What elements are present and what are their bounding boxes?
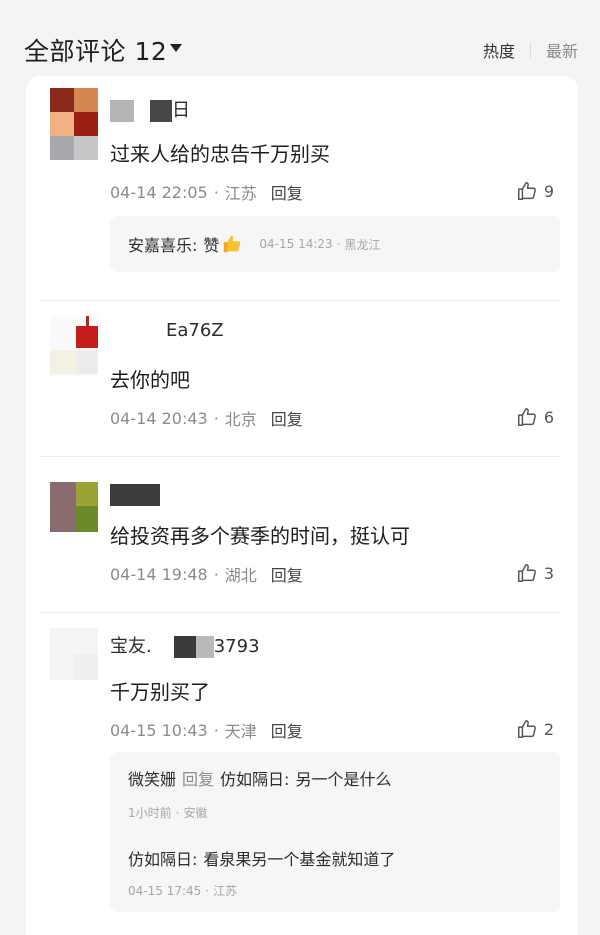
meta-dot: · [175, 805, 180, 820]
comment-username[interactable]: 日 [110, 96, 190, 122]
sort-new-tab[interactable]: 最新 [546, 38, 578, 62]
avatar[interactable] [50, 482, 98, 532]
comment-time: 04-14 19:48 [110, 564, 208, 584]
comment-text: 千万别买了 [110, 680, 210, 704]
comment-time: 04-15 10:43 [110, 720, 208, 740]
comment-username[interactable] [110, 484, 188, 508]
comment-location: 江苏 [224, 184, 257, 203]
comment-item: Ea76Z 去你的吧 04-14 20:43 · 北京 回复 6 [26, 300, 578, 457]
reply-button[interactable]: 回复 [271, 562, 303, 586]
reply-target[interactable]: 仿如隔日: [220, 766, 289, 790]
reply-author[interactable]: 安嘉喜乐: [128, 232, 197, 256]
comment-text: 去你的吧 [110, 368, 190, 392]
reply-meta: 04-15 17:45 · 江苏 [128, 882, 237, 899]
meta-dot: · [205, 883, 210, 898]
meta-dot: · [213, 564, 219, 584]
reply-meta: 1小时前 · 安徽 [128, 804, 207, 821]
comment-meta: 04-14 19:48 · 湖北 回复 [110, 562, 303, 586]
reply-time: 04-15 14:23 [259, 237, 333, 251]
username-mosaic [195, 636, 214, 658]
reply-author[interactable]: 微笑姗 [128, 766, 176, 790]
comments-card: 日 过来人给的忠告千万别买 04-14 22:05 · 江苏 回复 9 安嘉喜乐… [26, 76, 578, 935]
like-count: 6 [543, 407, 554, 427]
comment-location: 天津 [224, 722, 257, 741]
avatar[interactable] [50, 88, 98, 136]
meta-dot: · [213, 408, 219, 428]
username-text: Ea76Z [166, 320, 224, 341]
comments-count-title[interactable]: 全部评论 12 [24, 32, 167, 68]
like-button[interactable]: 2 [516, 718, 554, 740]
reply-time: 04-15 17:45 [128, 883, 202, 898]
comment-item: 给投资再多个赛季的时间，挺认可 04-14 19:48 · 湖北 回复 3 [26, 456, 578, 613]
comment-meta: 04-15 10:43 · 天津 回复 [110, 718, 303, 742]
comment-item: 日 过来人给的忠告千万别买 04-14 22:05 · 江苏 回复 9 安嘉喜乐… [26, 76, 578, 301]
reply-location: 黑龙江 [344, 237, 381, 252]
reply-location: 安徽 [183, 806, 208, 820]
username-prefix: 宝友. [110, 636, 152, 657]
reply-box: 微笑姗 回复 仿如隔日: 另一个是什么 1小时前 · 安徽 仿如隔日: 看泉果另… [110, 752, 560, 912]
username-mosaic [110, 100, 134, 122]
reply-location: 江苏 [213, 884, 238, 898]
comment-location: 北京 [224, 410, 257, 429]
meta-dot: · [213, 720, 219, 740]
reply-item: 安嘉喜乐: 赞 04-15 14:23 · 黑龙江 [128, 232, 381, 256]
username-mosaic [150, 100, 172, 122]
top-edge [0, 0, 600, 6]
reply-text: 赞 [203, 236, 220, 255]
comment-time: 04-14 20:43 [110, 408, 208, 428]
comment-meta: 04-14 22:05 · 江苏 回复 [110, 180, 303, 204]
sort-switch: 热度 最新 [483, 38, 578, 62]
comment-item: 宝友. 3793 千万别买了 04-15 10:43 · 天津 回复 2 微笑姗 … [26, 612, 578, 932]
thumbs-up-icon [517, 564, 536, 582]
reply-box: 安嘉喜乐: 赞 04-15 14:23 · 黑龙江 [110, 216, 560, 272]
thumbs-up-icon [517, 408, 536, 426]
comment-meta: 04-14 20:43 · 北京 回复 [110, 406, 303, 430]
comment-username[interactable]: Ea76Z [110, 320, 224, 344]
thumbs-up-icon [517, 720, 536, 738]
reply-button[interactable]: 回复 [271, 406, 303, 430]
like-button[interactable]: 6 [516, 406, 554, 428]
avatar[interactable] [50, 316, 98, 376]
comment-text: 给投资再多个赛季的时间，挺认可 [110, 524, 410, 548]
caret-down-icon[interactable] [170, 44, 182, 52]
username-mosaic [151, 636, 174, 658]
thumbs-up-emoji-icon [224, 235, 241, 253]
like-count: 9 [543, 181, 554, 201]
username-mosaic [173, 636, 196, 658]
sort-divider [529, 42, 531, 58]
reply-text: 看泉果另一个基金就知道了 [203, 850, 396, 869]
like-button[interactable]: 9 [516, 180, 554, 202]
thumbs-up-icon [517, 182, 536, 200]
comment-time: 04-14 22:05 [110, 182, 208, 202]
username-mosaic [160, 484, 188, 506]
username-suffix: 3793 [213, 636, 260, 657]
like-count: 2 [543, 719, 554, 739]
sort-hot-tab[interactable]: 热度 [483, 38, 515, 62]
username-mosaic [134, 100, 150, 122]
comment-text: 过来人给的忠告千万别买 [110, 142, 330, 166]
username-mosaic [110, 320, 166, 342]
meta-dot: · [336, 237, 341, 251]
reply-text: 另一个是什么 [295, 770, 392, 789]
comments-header: 全部评论 12 热度 最新 [24, 30, 578, 70]
reply-time: 1小时前 [128, 806, 172, 820]
avatar[interactable] [50, 628, 98, 680]
reply-button[interactable]: 回复 [271, 718, 303, 742]
avatar-mosaic [50, 136, 98, 160]
username-mosaic [110, 484, 160, 506]
reply-word: 回复 [182, 770, 215, 789]
like-count: 3 [543, 563, 554, 583]
reply-author[interactable]: 仿如隔日: [128, 846, 197, 870]
meta-dot: · [213, 182, 219, 202]
comment-location: 湖北 [224, 566, 257, 585]
reply-item: 仿如隔日: 看泉果另一个基金就知道了 [128, 846, 395, 870]
like-button[interactable]: 3 [516, 562, 554, 584]
reply-item: 微笑姗 回复 仿如隔日: 另一个是什么 [128, 766, 391, 790]
comment-username[interactable]: 宝友. 3793 [110, 632, 260, 658]
username-text: 日 [172, 100, 190, 121]
reply-button[interactable]: 回复 [271, 180, 303, 204]
